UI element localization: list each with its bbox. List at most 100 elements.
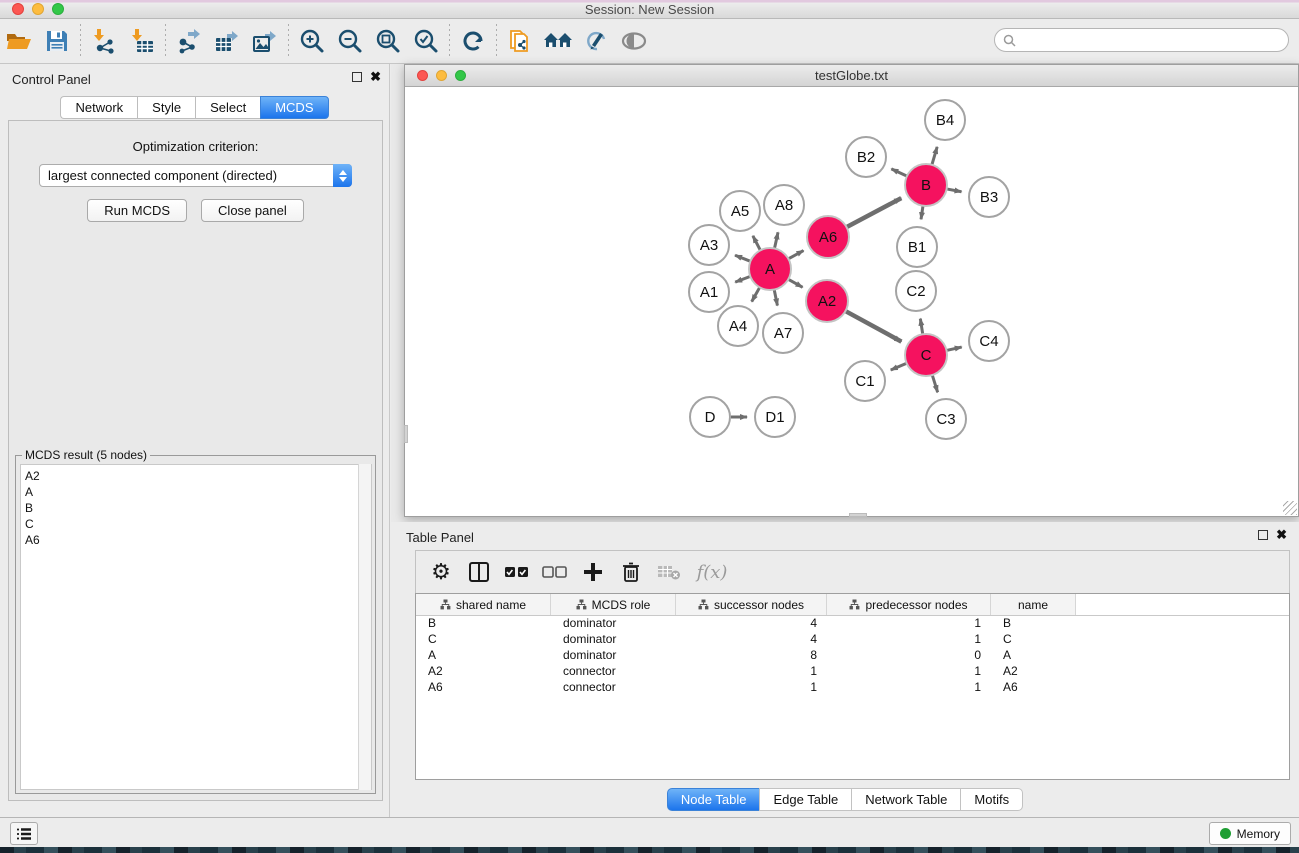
edge-C-C2[interactable] bbox=[920, 319, 922, 335]
delete-table-button[interactable] bbox=[652, 555, 686, 589]
network-graph[interactable]: B4B2BB3A5A8A6A3B1AA1C2A2A4A7C4CC1C3DD1 bbox=[405, 87, 1298, 516]
graph-node-C1[interactable]: C1 bbox=[845, 361, 885, 401]
graph-node-A1[interactable]: A1 bbox=[689, 272, 729, 312]
duplicate-network-button[interactable] bbox=[501, 23, 539, 59]
table-cell[interactable]: dominator bbox=[551, 632, 676, 648]
close-table-panel-icon[interactable]: ✖ bbox=[1276, 530, 1287, 540]
table-cell[interactable]: 1 bbox=[827, 680, 991, 696]
hide-details-button[interactable] bbox=[577, 23, 615, 59]
result-item[interactable]: A bbox=[25, 484, 371, 500]
network-vertical-scroll-nub[interactable] bbox=[404, 425, 408, 443]
gear-button[interactable]: ⚙ bbox=[424, 555, 458, 589]
edge-A-A5[interactable] bbox=[753, 236, 760, 250]
table-cell[interactable]: 1 bbox=[827, 616, 991, 632]
select-all-button[interactable] bbox=[500, 555, 534, 589]
table-cell[interactable]: 4 bbox=[676, 632, 827, 648]
edge-A6-B[interactable] bbox=[847, 198, 902, 227]
edge-A-A3[interactable] bbox=[735, 255, 750, 261]
tab-edge-table[interactable]: Edge Table bbox=[759, 788, 851, 811]
graph-node-B3[interactable]: B3 bbox=[969, 177, 1009, 217]
table-cell[interactable]: 4 bbox=[676, 616, 827, 632]
column-header[interactable]: predecessor nodes bbox=[827, 594, 991, 615]
graph-node-B1[interactable]: B1 bbox=[897, 227, 937, 267]
run-mcds-button[interactable]: Run MCDS bbox=[87, 199, 187, 222]
graph-node-A[interactable]: A bbox=[749, 248, 791, 290]
column-header[interactable]: shared name bbox=[416, 594, 551, 615]
column-header[interactable]: MCDS role bbox=[551, 594, 676, 615]
table-cell[interactable]: C bbox=[991, 632, 1076, 648]
edge-A-A1[interactable] bbox=[735, 276, 750, 282]
float-panel-icon[interactable] bbox=[352, 72, 362, 82]
function-builder-button[interactable]: f(x) bbox=[690, 555, 734, 589]
table-cell[interactable]: B bbox=[991, 616, 1076, 632]
table-cell[interactable]: 0 bbox=[827, 648, 991, 664]
table-row[interactable]: Adominator80A bbox=[416, 648, 1289, 664]
graph-node-C3[interactable]: C3 bbox=[926, 399, 966, 439]
edge-A2-C[interactable] bbox=[845, 311, 901, 342]
table-cell[interactable]: C bbox=[416, 632, 551, 648]
float-table-panel-icon[interactable] bbox=[1258, 530, 1268, 540]
table-cell[interactable]: 1 bbox=[676, 680, 827, 696]
memory-button[interactable]: Memory bbox=[1209, 822, 1291, 845]
table-cell[interactable]: dominator bbox=[551, 616, 676, 632]
table-row[interactable]: Bdominator41B bbox=[416, 616, 1289, 632]
edge-B-B1[interactable] bbox=[921, 206, 923, 220]
network-window-titlebar[interactable]: testGlobe.txt bbox=[405, 65, 1298, 87]
tab-node-table[interactable]: Node Table bbox=[667, 788, 760, 811]
zoom-fit-button[interactable] bbox=[369, 23, 407, 59]
graph-node-A4[interactable]: A4 bbox=[718, 306, 758, 346]
table-cell[interactable]: 1 bbox=[827, 664, 991, 680]
result-item[interactable]: C bbox=[25, 516, 371, 532]
result-scrollbar[interactable] bbox=[358, 464, 371, 790]
table-cell[interactable]: 1 bbox=[676, 664, 827, 680]
tab-mcds[interactable]: MCDS bbox=[260, 96, 328, 119]
table-cell[interactable]: A6 bbox=[991, 680, 1076, 696]
edge-B-B4[interactable] bbox=[932, 147, 937, 165]
table-cell[interactable]: A2 bbox=[416, 664, 551, 680]
graph-node-B4[interactable]: B4 bbox=[925, 100, 965, 140]
refresh-button[interactable] bbox=[454, 23, 492, 59]
tab-select[interactable]: Select bbox=[195, 96, 260, 119]
column-layout-button[interactable] bbox=[462, 555, 496, 589]
export-network-button[interactable] bbox=[170, 23, 208, 59]
table-row[interactable]: Cdominator41C bbox=[416, 632, 1289, 648]
graph-node-D1[interactable]: D1 bbox=[755, 397, 795, 437]
table-cell[interactable]: A6 bbox=[416, 680, 551, 696]
export-table-button[interactable] bbox=[208, 23, 246, 59]
edge-A-A6[interactable] bbox=[788, 251, 803, 259]
edge-A-A7[interactable] bbox=[774, 290, 777, 306]
tab-style[interactable]: Style bbox=[137, 96, 195, 119]
open-file-button[interactable] bbox=[0, 23, 38, 59]
edge-C-C1[interactable] bbox=[891, 363, 907, 370]
table-row[interactable]: A6connector11A6 bbox=[416, 680, 1289, 696]
table-cell[interactable]: A bbox=[416, 648, 551, 664]
table-cell[interactable]: 8 bbox=[676, 648, 827, 664]
search-input[interactable] bbox=[1021, 31, 1288, 49]
add-column-button[interactable] bbox=[576, 555, 610, 589]
tab-network[interactable]: Network bbox=[60, 96, 137, 119]
graph-node-A6[interactable]: A6 bbox=[807, 216, 849, 258]
graph-node-D[interactable]: D bbox=[690, 397, 730, 437]
result-item[interactable]: A2 bbox=[25, 468, 371, 484]
edge-A-A4[interactable] bbox=[752, 287, 760, 301]
result-item[interactable]: B bbox=[25, 500, 371, 516]
graph-node-C2[interactable]: C2 bbox=[896, 271, 936, 311]
table-row[interactable]: A2connector11A2 bbox=[416, 664, 1289, 680]
import-table-button[interactable] bbox=[123, 23, 161, 59]
table-cell[interactable]: connector bbox=[551, 664, 676, 680]
edge-C-C3[interactable] bbox=[932, 375, 937, 392]
search-field[interactable] bbox=[994, 28, 1289, 52]
export-image-button[interactable] bbox=[246, 23, 284, 59]
zoom-in-button[interactable] bbox=[293, 23, 331, 59]
edge-C-C4[interactable] bbox=[946, 347, 961, 350]
zoom-out-button[interactable] bbox=[331, 23, 369, 59]
graph-node-A7[interactable]: A7 bbox=[763, 313, 803, 353]
table-cell[interactable]: A bbox=[991, 648, 1076, 664]
graph-node-A8[interactable]: A8 bbox=[764, 185, 804, 225]
edge-A-A2[interactable] bbox=[788, 279, 802, 287]
import-network-button[interactable] bbox=[85, 23, 123, 59]
edge-B-B3[interactable] bbox=[947, 189, 962, 192]
table-cell[interactable]: dominator bbox=[551, 648, 676, 664]
column-header[interactable]: name bbox=[991, 594, 1076, 615]
network-horizontal-scroll-nub[interactable] bbox=[849, 513, 867, 517]
